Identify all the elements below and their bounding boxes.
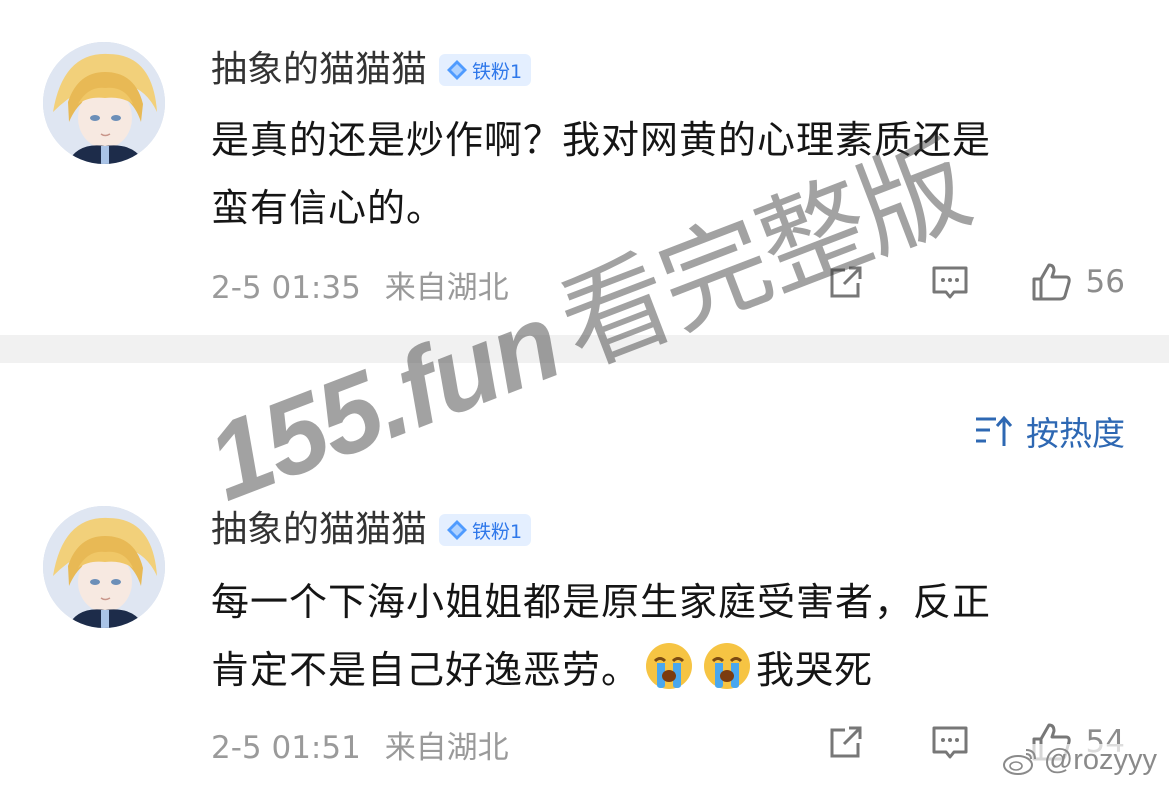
share-icon[interactable] [824,720,868,764]
reply-icon[interactable] [928,720,972,764]
fan-badge-label: 铁粉1 [472,60,523,83]
timestamp: 2-5 01:35 [211,270,361,306]
fan-badge[interactable]: 铁粉1 [439,54,532,86]
avatar[interactable] [43,42,165,164]
author-name[interactable]: 抽象的猫猫猫 [211,506,427,554]
avatar[interactable] [43,506,165,628]
location: 来自湖北 [384,730,509,766]
sort-label: 按热度 [1026,414,1125,453]
comment-item: 抽象的猫猫猫 铁粉1 每一个下海小姐姐都是原生家庭受害者，反正 肯定不是自己好逸… [0,478,1169,787]
reply-icon[interactable] [928,260,972,304]
like-count: 56 [1085,264,1125,300]
share-icon[interactable] [824,260,868,304]
weibo-comment-page: 抽象的猫猫猫 铁粉1 是真的还是炒作啊？我对网黄的心理素质还是 蛮有信心的。 2… [0,0,1169,787]
fan-badge-icon [447,60,468,80]
crying-face-icon [646,643,693,689]
comment-text-segment: 我哭死 [756,648,874,692]
author-line: 抽象的猫猫猫 铁粉1 [211,506,532,554]
comment-meta: 2-5 01:51 来自湖北 [211,722,523,767]
fan-badge-label: 铁粉1 [472,520,523,543]
weibo-logo-icon [1002,748,1036,775]
sort-toggle[interactable]: 按热度 [974,407,1125,455]
like-button[interactable]: 56 [1030,260,1125,304]
crying-face-icon [704,643,751,689]
comment-text-line: 每一个下海小姐姐都是原生家庭受害者，反正 [211,580,992,624]
comment-item: 抽象的猫猫猫 铁粉1 是真的还是炒作啊？我对网黄的心理素质还是 蛮有信心的。 2… [0,0,1169,335]
avatar-image [43,42,165,164]
comment-text-line: 蛮有信心的。 [211,186,446,230]
author-name[interactable]: 抽象的猫猫猫 [211,46,427,94]
comment-actions: 56 [824,260,1125,304]
comment-text-line: 是真的还是炒作啊？我对网黄的心理素质还是 [211,118,992,162]
comment-text: 每一个下海小姐姐都是原生家庭受害者，反正 肯定不是自己好逸恶劳。 我哭死 [211,568,1131,704]
fan-badge-icon [447,520,468,540]
weibo-handle-text: @rozyyy [1043,744,1157,776]
comment-text: 是真的还是炒作啊？我对网黄的心理素质还是 蛮有信心的。 [211,106,1131,242]
author-line: 抽象的猫猫猫 铁粉1 [211,46,532,94]
timestamp: 2-5 01:51 [211,730,361,766]
comment-text-line: 肯定不是自己好逸恶劳。 我哭死 [211,636,1131,704]
comment-meta: 2-5 01:35 来自湖北 [211,262,523,307]
sort-icon [976,415,1013,446]
location: 来自湖北 [384,270,509,306]
like-icon [1032,263,1071,301]
comment-text-segment: 肯定不是自己好逸恶劳。 [211,648,641,692]
avatar-image [43,506,165,628]
section-divider [0,335,1169,363]
fan-badge[interactable]: 铁粉1 [439,514,532,546]
weibo-source-watermark: @rozyyy [1001,744,1157,777]
